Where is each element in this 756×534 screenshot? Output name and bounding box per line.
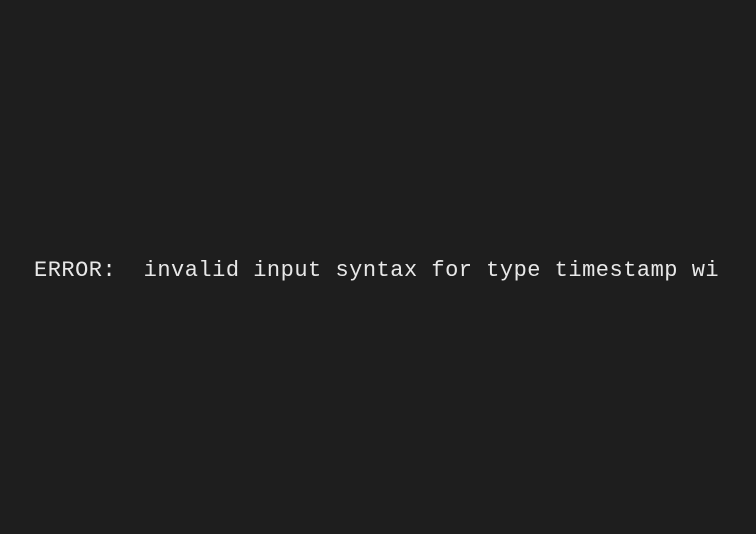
error-message: ERROR: invalid input syntax for type tim…	[34, 258, 719, 283]
